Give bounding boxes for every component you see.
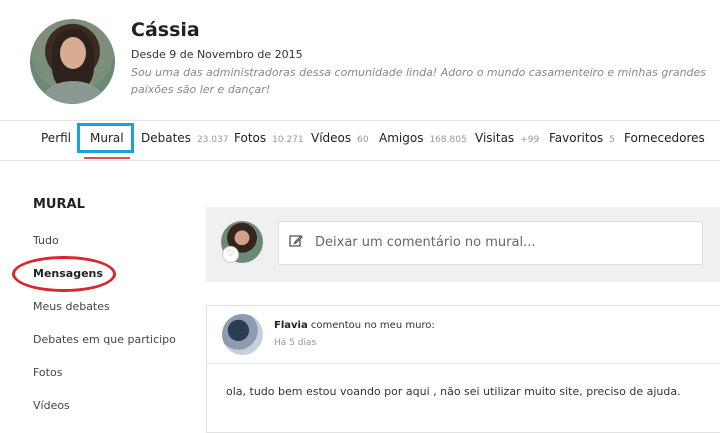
tab-fotos[interactable]: Fotos 10.271 [234, 131, 304, 145]
post-action: comentou no meu muro: [310, 320, 435, 331]
edit-icon [289, 235, 303, 247]
fotos-count: 10.271 [272, 135, 304, 145]
tab-videos[interactable]: Vídeos 60 [311, 131, 369, 145]
sidebar-title: MURAL [33, 197, 85, 212]
member-since: Desde 9 de Novembro de 2015 [131, 48, 303, 61]
author-avatar[interactable] [222, 314, 263, 355]
active-tab-underline [84, 157, 130, 159]
sidebar-item-tudo[interactable]: Tudo [33, 234, 59, 247]
favoritos-count: 5 [609, 135, 615, 145]
tab-favoritos[interactable]: Favoritos 5 [549, 131, 615, 145]
visitas-count: +99 [520, 135, 540, 145]
post-text: ola, tudo bem estou voando por aqui , nã… [226, 385, 681, 398]
tab-fornecedores[interactable]: Fornecedores [624, 131, 705, 145]
profile-bio: Sou uma das administradoras dessa comuni… [131, 66, 707, 96]
tab-visitas[interactable]: Visitas +99 [475, 131, 539, 145]
heart-icon: ♡ [222, 246, 239, 263]
mural-highlight-box [77, 123, 134, 153]
amigos-count: 168.805 [429, 135, 467, 145]
post-author-line: Flavia comentou no meu muro: [274, 320, 435, 331]
tab-amigos[interactable]: Amigos 168.805 [379, 131, 467, 145]
videos-count: 60 [357, 135, 369, 145]
profile-name: Cássia [131, 19, 200, 41]
post-timestamp: Há 5 dias [274, 338, 317, 348]
sidebar-item-videos[interactable]: Vídeos [33, 399, 70, 412]
avatar-face [60, 37, 86, 69]
avatar-shirt [42, 81, 104, 104]
sidebar-item-debates-participo[interactable]: Debates em que participo [33, 333, 176, 346]
debates-count: 23.037 [196, 135, 229, 145]
post-author-name[interactable]: Flavia [274, 320, 308, 331]
annotation-oval [12, 256, 116, 292]
sidebar-item-meus-debates[interactable]: Meus debates [33, 300, 110, 313]
comment-placeholder[interactable]: Deixar um comentário no mural... [315, 235, 535, 250]
tab-debates[interactable]: Debates 23.037 [141, 131, 228, 145]
profile-avatar[interactable] [30, 19, 115, 104]
tab-perfil[interactable]: Perfil [41, 131, 71, 145]
post-divider [206, 363, 720, 364]
sidebar-item-fotos[interactable]: Fotos [33, 366, 62, 379]
